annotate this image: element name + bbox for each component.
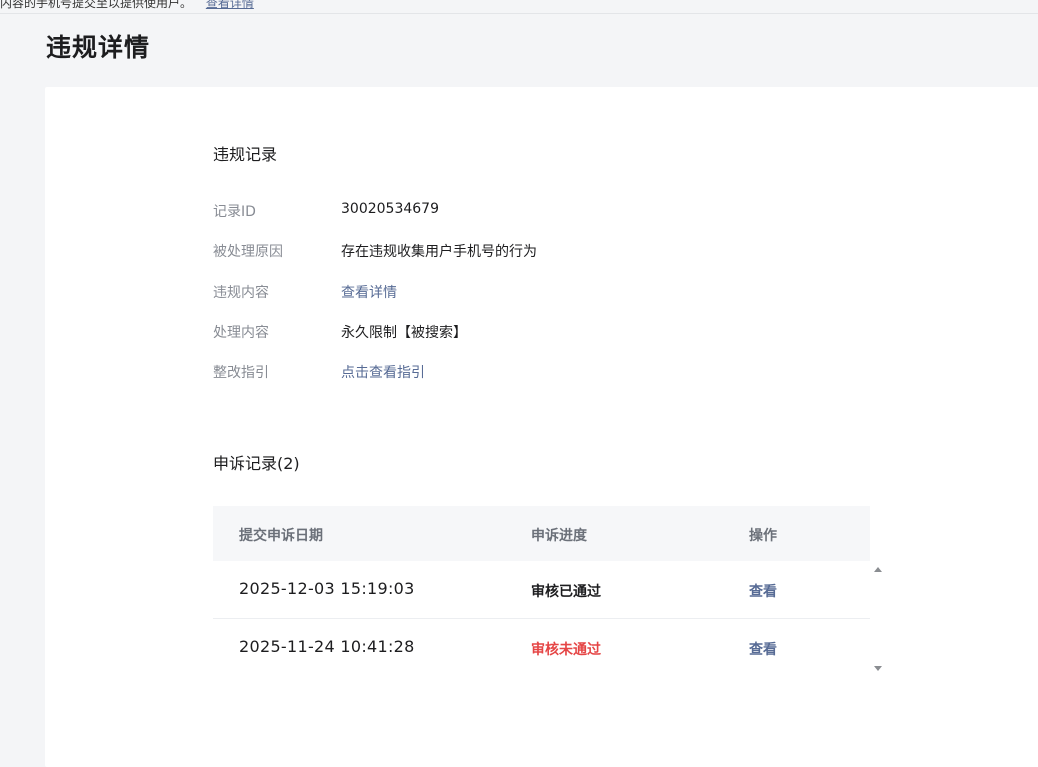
penalty-value: 永久限制【被搜索】 <box>341 325 467 341</box>
appeal-date: 2025-12-03 15:19:03 <box>239 579 415 598</box>
rectify-guide-link[interactable]: 点击查看指引 <box>341 362 425 382</box>
column-header-date: 提交申诉日期 <box>239 528 323 544</box>
table-scrollbar[interactable] <box>872 561 886 677</box>
appeal-status: 审核未通过 <box>531 642 601 658</box>
top-notice-bar: 内容的手机号提交至以提供使用户。 查看详情 <box>0 0 1038 14</box>
arrow-up-icon[interactable] <box>874 567 882 572</box>
notice-link[interactable]: 查看详情 <box>206 0 254 10</box>
appeal-section-title: 申诉记录(2) <box>213 454 300 473</box>
page-title: 违规详情 <box>46 33 151 62</box>
violation-content-link[interactable]: 查看详情 <box>341 282 397 302</box>
appeal-date: 2025-11-24 10:41:28 <box>239 637 415 656</box>
view-appeal-link[interactable]: 查看 <box>749 639 777 659</box>
arrow-down-icon[interactable] <box>874 666 882 671</box>
column-header-progress: 申诉进度 <box>531 528 587 544</box>
detail-card: 违规记录 记录ID 30020534679 被处理原因 存在违规收集用户手机号的… <box>45 87 1038 767</box>
violation-section-title: 违规记录 <box>213 145 278 164</box>
rectify-guide-label: 整改指引 <box>213 365 269 381</box>
penalty-label: 处理内容 <box>213 325 269 341</box>
column-header-action: 操作 <box>749 528 777 544</box>
reason-label: 被处理原因 <box>213 244 283 260</box>
view-appeal-link[interactable]: 查看 <box>749 581 777 601</box>
record-id-value: 30020534679 <box>341 201 439 217</box>
table-row: 2025-12-03 15:19:03 审核已通过 查看 <box>213 561 870 619</box>
table-row: 2025-11-24 10:41:28 审核未通过 查看 <box>213 619 870 677</box>
appeal-table: 提交申诉日期 申诉进度 操作 2025-12-03 15:19:03 审核已通过… <box>213 506 870 677</box>
record-id-label: 记录ID <box>213 204 256 220</box>
appeal-status: 审核已通过 <box>531 584 601 600</box>
violation-content-label: 违规内容 <box>213 285 269 301</box>
table-header: 提交申诉日期 申诉进度 操作 <box>213 506 870 561</box>
reason-value: 存在违规收集用户手机号的行为 <box>341 244 537 260</box>
notice-text: 内容的手机号提交至以提供使用户。 <box>0 0 193 10</box>
